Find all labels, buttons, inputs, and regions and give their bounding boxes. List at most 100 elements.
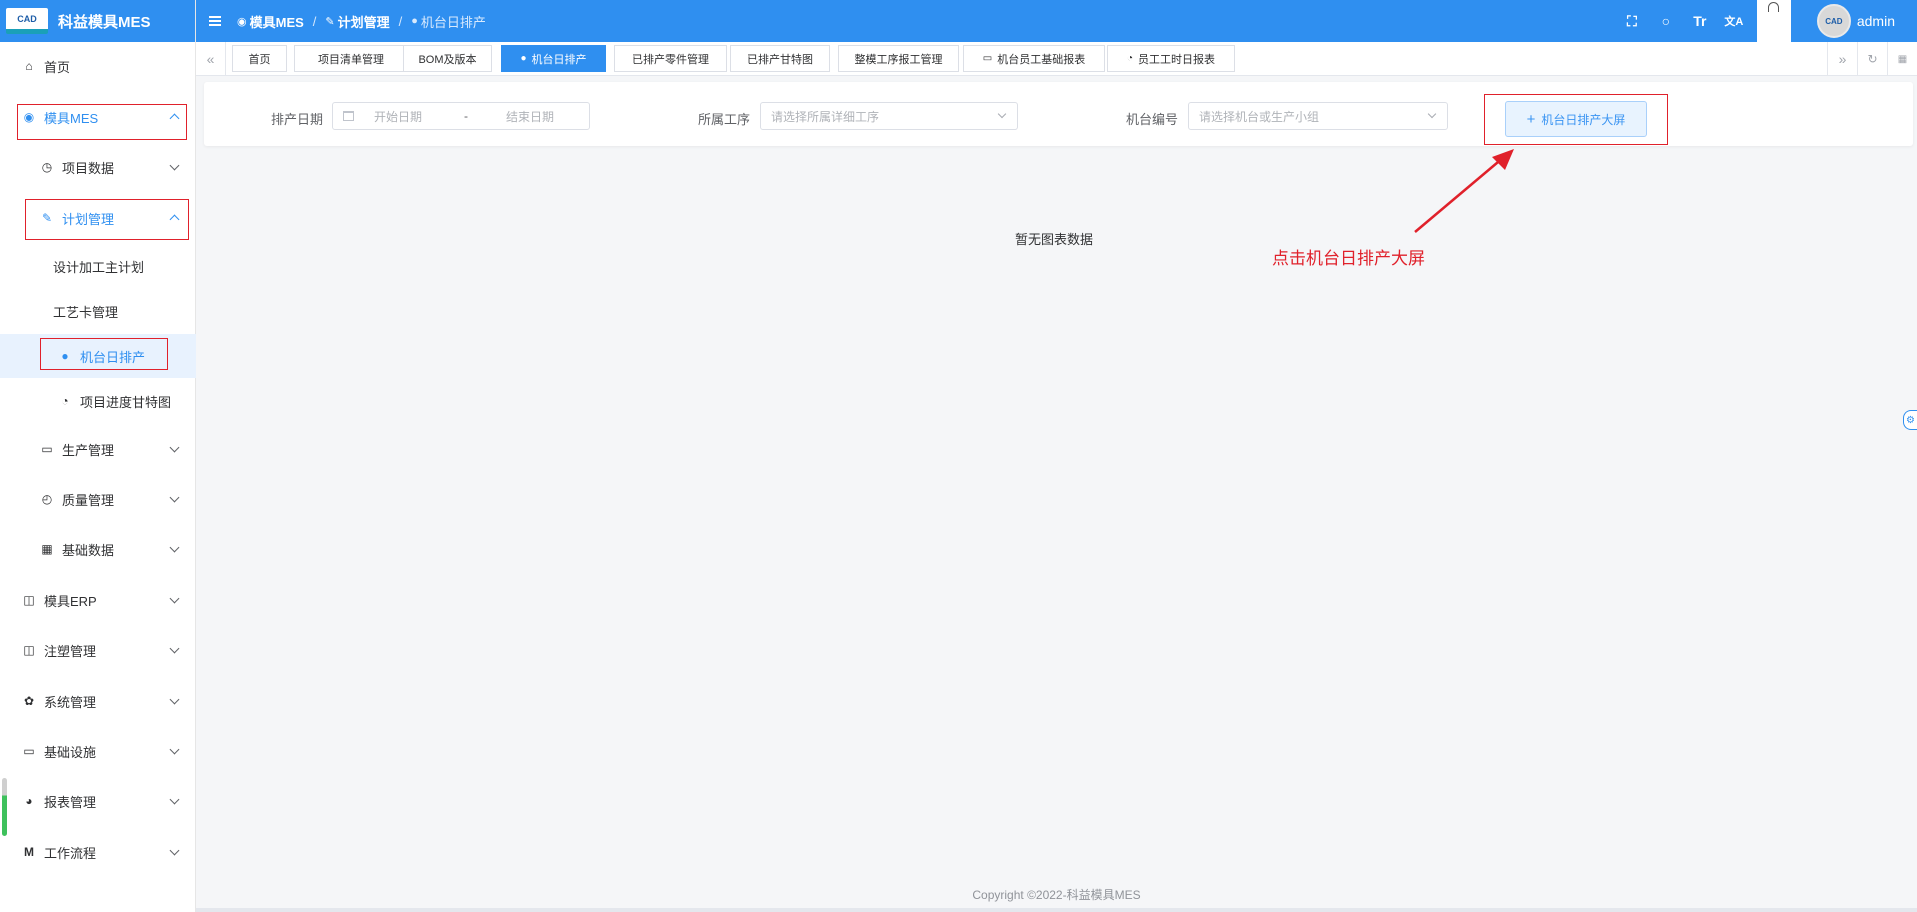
sidebar-item-label: 注塑管理 [44, 643, 97, 659]
sidebar: CAD 科益模具MES ⌂ 首页 ◉ 模具MES ◷ 项目数据 ✎ 计划管理 设… [0, 0, 196, 912]
sidebar-item-mold-erp[interactable]: ◫ 模具ERP [0, 583, 196, 617]
edit-icon: ✎ [325, 15, 335, 28]
sidebar-item-production[interactable]: ▭ 生产管理 [0, 432, 196, 466]
chevron-down-icon [169, 160, 180, 171]
camera-icon: ◉ [237, 15, 247, 28]
tab-machine-daily[interactable]: ● 机台日排产 [501, 45, 606, 72]
user-icon: ● [411, 15, 418, 27]
sidebar-item-design-plan[interactable]: 设计加工主计划 [0, 249, 196, 283]
sidebar-item-label: 工艺卡管理 [53, 304, 119, 320]
username[interactable]: admin [1857, 13, 1895, 29]
sidebar-item-project-data[interactable]: ◷ 项目数据 [0, 150, 196, 184]
calendar-icon [343, 111, 354, 121]
sidebar-item-reports[interactable]: ◕ 报表管理 [0, 784, 196, 818]
sidebar-item-system[interactable]: ✿ 系统管理 [0, 684, 196, 718]
bell-icon [1768, 2, 1780, 12]
translate-icon[interactable]: 文A [1717, 13, 1751, 29]
company-logo: CAD [6, 8, 48, 34]
pie-chart-icon: ◕ [25, 794, 33, 808]
tags-scroll-right-icon[interactable]: » [1827, 42, 1857, 76]
breadcrumb-item-current: ● 机台日排产 [411, 14, 486, 30]
hamburger-menu-icon[interactable] [209, 16, 221, 26]
sidebar-item-infrastructure[interactable]: ▭ 基础设施 [0, 734, 196, 768]
sidebar-item-quality[interactable]: ◴ 质量管理 [0, 482, 196, 516]
stopwatch-icon: ◴ [41, 492, 53, 506]
notification-button[interactable] [1756, 0, 1791, 42]
chevron-down-icon [169, 744, 180, 755]
sidebar-item-home[interactable]: ⌂ 首页 [0, 49, 196, 83]
sidebar-item-gantt[interactable]: ◔ 项目进度甘特图 [0, 384, 196, 418]
tab-employee-hours-report[interactable]: ◔ 员工工时日报表 [1107, 45, 1235, 72]
tab-mold-process-report[interactable]: 整模工序报工管理 [838, 45, 959, 72]
annotation-arrow [1414, 149, 1514, 233]
app-title: 科益模具MES [58, 13, 151, 31]
sidebar-item-workflow[interactable]: M 工作流程 [0, 835, 196, 869]
tab-scheduled-parts[interactable]: 已排产零件管理 [614, 45, 727, 72]
gear-icon: ✿ [23, 694, 35, 708]
header-actions: ⛶ ○ Tr 文A CAD admin [1615, 0, 1917, 42]
logo-bar: CAD 科益模具MES [0, 0, 195, 42]
tab-bom-version[interactable]: BOM及版本 [403, 45, 492, 72]
tab-project-list[interactable]: 项目清单管理 [294, 45, 408, 72]
chevron-down-icon [169, 442, 180, 453]
sidebar-item-label: 首页 [44, 59, 71, 75]
workflow-icon: M [24, 845, 34, 859]
settings-gear-icon[interactable]: ⚙ [1903, 410, 1917, 430]
sidebar-item-label: 质量管理 [62, 492, 115, 508]
chevron-down-icon [169, 492, 180, 503]
avatar[interactable]: CAD [1816, 4, 1851, 38]
shopping-bag-icon: ◫ [23, 593, 35, 607]
calendar-icon: ▦ [41, 542, 53, 556]
empty-chart-text: 暂无图表数据 [1015, 232, 1094, 247]
chevron-down-icon [169, 845, 180, 856]
sidebar-item-process-card[interactable]: 工艺卡管理 [0, 294, 196, 328]
annotation-highlight-box [1484, 94, 1668, 145]
breadcrumb-separator: / [398, 13, 403, 29]
breadcrumb-separator: / [312, 13, 317, 29]
chevron-down-icon [169, 694, 180, 705]
annotation-text: 点击机台日排产大屏 [1272, 249, 1425, 268]
grid-menu-icon[interactable]: ▦ [1887, 42, 1917, 76]
machine-label: 机台编号 [1126, 112, 1179, 127]
monitor-icon: ▭ [23, 744, 35, 758]
font-size-icon[interactable]: Tr [1683, 13, 1717, 29]
breadcrumb-item[interactable]: ✎ 计划管理 [325, 12, 389, 31]
sidebar-item-basic-data[interactable]: ▦ 基础数据 [0, 532, 196, 566]
process-label: 所属工序 [698, 112, 751, 127]
refresh-icon[interactable]: ↻ [1857, 42, 1887, 76]
sidebar-item-label: 设计加工主计划 [53, 259, 145, 275]
sidebar-item-label: 基础设施 [44, 744, 97, 760]
date-label: 排产日期 [271, 112, 324, 127]
top-header: ◉ 模具MES / ✎ 计划管理 / ● 机台日排产 ⛶ ○ Tr 文A CAD ad… [196, 0, 1917, 42]
chevron-down-icon [169, 593, 180, 604]
sidebar-item-label: 项目数据 [62, 160, 115, 176]
tab-machine-employee-report[interactable]: ▭ 机台员工基础报表 [963, 45, 1105, 72]
footer-divider [196, 908, 1917, 912]
breadcrumb-item[interactable]: ◉ 模具MES [237, 12, 304, 31]
sidebar-scrollbar[interactable] [2, 778, 7, 836]
chevron-down-icon [1427, 109, 1437, 119]
search-icon[interactable]: ○ [1649, 13, 1683, 29]
chevron-down-icon [169, 794, 180, 805]
tags-scroll-left-icon[interactable]: « [196, 42, 226, 76]
alarm-clock-icon: ◷ [41, 160, 53, 174]
sidebar-item-label: 生产管理 [62, 442, 115, 458]
tab-scheduled-gantt[interactable]: 已排产甘特图 [730, 45, 830, 72]
machine-select[interactable]: 请选择机台或生产小组 [1188, 102, 1448, 130]
sidebar-item-label: 模具ERP [44, 593, 97, 609]
end-date-input[interactable]: 结束日期 [506, 108, 554, 125]
tags-view: « 首页 项目清单管理 BOM及版本 ● 机台日排产 已排产零件管理 已排产甘特图… [196, 42, 1917, 76]
annotation-highlight-box [40, 338, 168, 370]
fullscreen-icon[interactable]: ⛶ [1615, 13, 1649, 30]
annotation-highlight-box [25, 199, 189, 240]
shopping-bag-icon: ◫ [23, 643, 35, 657]
tab-home[interactable]: 首页 [232, 45, 287, 72]
range-separator: - [464, 109, 469, 123]
date-range-picker[interactable]: 开始日期 - 结束日期 [332, 102, 590, 130]
process-select[interactable]: 请选择所属详细工序 [760, 102, 1018, 130]
home-icon: ⌂ [25, 59, 33, 73]
sidebar-item-injection[interactable]: ◫ 注塑管理 [0, 633, 196, 667]
chevron-down-icon [169, 643, 180, 654]
sidebar-item-label: 项目进度甘特图 [80, 394, 172, 410]
start-date-input[interactable]: 开始日期 [374, 108, 422, 125]
